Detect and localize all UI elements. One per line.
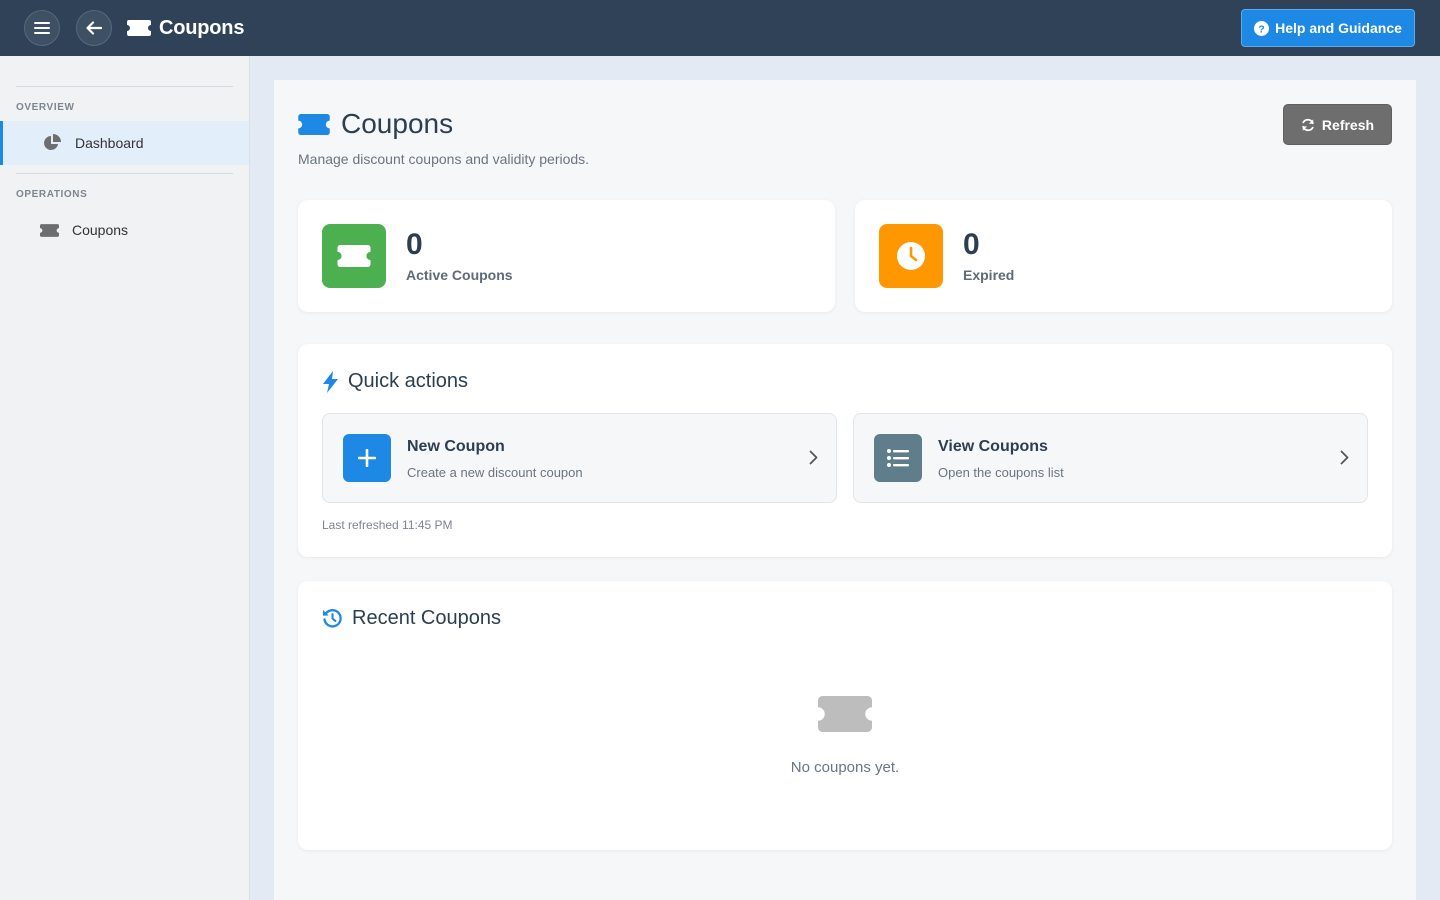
recent-coupons-title-text: Recent Coupons: [352, 607, 501, 629]
empty-state-text: No coupons yet.: [790, 759, 900, 776]
quick-actions-card: Quick actions New Coupon Create a new di…: [298, 344, 1392, 557]
arrow-left-icon: [86, 21, 102, 35]
recent-coupons-card: Recent Coupons No coupons yet.: [298, 581, 1392, 850]
sidebar-item-label: Coupons: [72, 222, 129, 238]
stat-value: 0: [963, 228, 980, 261]
sidebar-divider: [16, 86, 233, 87]
sidebar: OVERVIEW Dashboard OPERATIONS Coupons: [0, 56, 250, 900]
svg-text:?: ?: [1258, 24, 1264, 35]
sidebar-item-coupons[interactable]: Coupons: [0, 208, 249, 252]
sidebar-item-label: Dashboard: [75, 135, 144, 151]
list-icon: [887, 449, 909, 467]
view-coupons-action[interactable]: View Coupons Open the coupons list: [853, 413, 1368, 503]
clock-icon: [897, 242, 925, 270]
main-panel: Coupons Manage discount coupons and vali…: [274, 80, 1416, 900]
sync-icon: [1302, 118, 1314, 131]
stat-card-expired: 0 Expired: [855, 200, 1392, 312]
ticket-icon: [40, 223, 59, 237]
menu-button[interactable]: [24, 10, 60, 46]
action-title: View Coupons: [938, 438, 1048, 455]
help-button[interactable]: ? Help and Guidance: [1241, 9, 1415, 47]
action-description: Create a new discount coupon: [407, 465, 583, 480]
help-button-label: Help and Guidance: [1275, 20, 1402, 36]
sidebar-divider: [16, 173, 233, 174]
ticket-icon: [298, 113, 330, 135]
ticket-icon: [337, 245, 371, 267]
app-title: Coupons: [127, 14, 244, 42]
action-description: Open the coupons list: [938, 465, 1064, 480]
bolt-icon: [323, 370, 338, 393]
new-coupon-action[interactable]: New Coupon Create a new discount coupon: [322, 413, 837, 503]
hamburger-icon: [34, 22, 50, 34]
page-title-text: Coupons: [341, 108, 454, 139]
history-icon: [322, 609, 342, 628]
app-title-text: Coupons: [159, 16, 245, 39]
sidebar-section-overview: OVERVIEW: [16, 102, 75, 113]
page-subtitle: Manage discount coupons and validity per…: [298, 151, 590, 167]
question-circle-icon: ?: [1254, 20, 1270, 36]
stat-label: Expired: [963, 267, 1015, 283]
action-icon-badge: [343, 434, 391, 482]
stat-value: 0: [406, 228, 423, 261]
ticket-icon: [127, 20, 151, 36]
sidebar-section-operations: OPERATIONS: [16, 189, 88, 200]
refresh-button[interactable]: Refresh: [1283, 104, 1392, 145]
stat-icon-badge: [879, 224, 943, 288]
chevron-right-icon: [809, 450, 818, 465]
quick-actions-title-text: Quick actions: [348, 370, 469, 392]
sidebar-item-dashboard[interactable]: Dashboard: [0, 121, 249, 165]
back-button[interactable]: [76, 10, 112, 46]
action-icon-badge: [874, 434, 922, 482]
stat-icon-badge: [322, 224, 386, 288]
stat-card-active: 0 Active Coupons: [298, 200, 835, 312]
quick-actions-title: Quick actions: [322, 370, 468, 393]
last-refreshed-text: Last refreshed 11:45 PM: [322, 518, 453, 532]
top-bar: Coupons ? Help and Guidance: [0, 0, 1440, 56]
page-title: Coupons: [298, 108, 453, 140]
recent-coupons-title: Recent Coupons: [322, 607, 501, 630]
refresh-button-label: Refresh: [1321, 116, 1375, 133]
chart-pie-icon: [44, 134, 61, 150]
ticket-icon: [818, 696, 872, 732]
stat-label: Active Coupons: [406, 267, 513, 283]
plus-icon: [358, 449, 376, 467]
chevron-right-icon: [1340, 450, 1349, 465]
action-title: New Coupon: [407, 438, 505, 455]
